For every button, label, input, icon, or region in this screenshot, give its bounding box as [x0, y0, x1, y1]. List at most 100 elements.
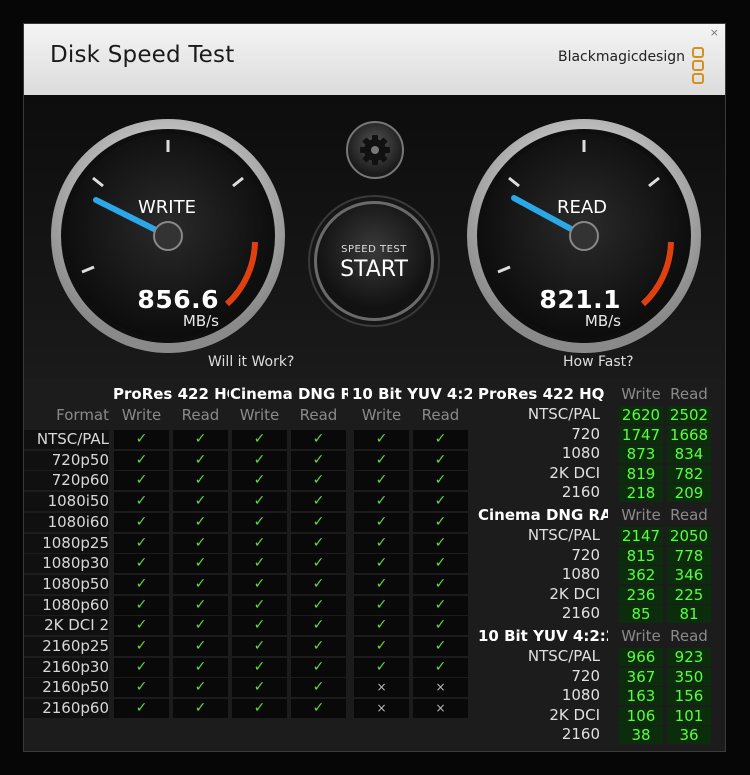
format-label: 1080p30 — [24, 554, 109, 574]
table-row: 2K DCI 2 ✓ ✓ ✓ ✓ ✓ ✓ — [24, 616, 476, 636]
write-unit: MB/s — [182, 312, 219, 330]
resolution-label: 2160 — [561, 725, 600, 744]
check-icon: ✓ — [354, 533, 409, 553]
cross-icon: × — [413, 678, 468, 698]
check-icon: ✓ — [413, 471, 468, 491]
check-icon: ✓ — [232, 512, 287, 532]
format-label: 1080i60 — [24, 512, 109, 532]
check-icon: ✓ — [114, 574, 169, 594]
check-icon: ✓ — [173, 637, 228, 656]
check-icon: ✓ — [173, 533, 228, 553]
write-fps-value: 236 — [619, 585, 663, 604]
title-bar: Disk Speed Test Blackmagicdesign × — [24, 24, 725, 95]
check-icon: ✓ — [173, 699, 228, 719]
write-fps-value: 2147 — [619, 527, 663, 545]
write-fps-value: 1747 — [619, 425, 663, 444]
resolution-label: 1080 — [561, 565, 600, 584]
format-label: 2K DCI 2 — [24, 616, 109, 636]
write-fps-value: 873 — [619, 445, 663, 464]
check-icon: ✓ — [114, 430, 169, 449]
check-icon: ✓ — [232, 430, 287, 449]
check-icon: ✓ — [114, 512, 169, 532]
check-icon: ✓ — [291, 512, 346, 532]
subheader-read: Read — [299, 406, 338, 424]
table-row: NTSC/PAL ✓ ✓ ✓ ✓ ✓ ✓ — [24, 430, 476, 449]
check-icon: ✓ — [173, 595, 228, 615]
format-label: 1080p25 — [24, 533, 109, 553]
read-unit: MB/s — [584, 312, 621, 330]
read-fps-value: 778 — [667, 546, 711, 565]
write-fps-value: 367 — [619, 667, 663, 686]
start-button[interactable]: SPEED TEST START — [314, 201, 434, 321]
write-fps-value: 218 — [619, 484, 663, 503]
check-icon: ✓ — [232, 574, 287, 594]
subheader-read: Read — [181, 406, 220, 424]
read-fps-value: 2502 — [667, 406, 711, 424]
check-icon: ✓ — [291, 554, 346, 574]
cinema-dng-table-title: Cinema DNG RAW — [478, 506, 608, 524]
subheader-write: Write — [121, 406, 162, 424]
write-readout: 856.6 MB/s — [119, 285, 219, 330]
check-icon: ✓ — [413, 492, 468, 512]
check-icon: ✓ — [354, 616, 409, 636]
group-header-cinema-dng: Cinema DNG RAW — [230, 385, 348, 403]
subheader-write: Write — [239, 406, 280, 424]
check-icon: ✓ — [232, 533, 287, 553]
check-icon: ✓ — [232, 678, 287, 698]
check-icon: ✓ — [413, 512, 468, 532]
resolution-label: 2K DCI — [549, 463, 600, 482]
check-icon: ✓ — [291, 616, 346, 636]
check-icon: ✓ — [354, 450, 409, 470]
settings-button[interactable] — [346, 121, 404, 179]
read-value: 821.1 — [539, 285, 621, 314]
write-gauge-label: WRITE — [138, 197, 196, 218]
check-icon: ✓ — [114, 616, 169, 636]
format-label: 720p60 — [24, 471, 109, 491]
table-row: 1080p60 ✓ ✓ ✓ ✓ ✓ ✓ — [24, 595, 476, 615]
check-icon: ✓ — [291, 574, 346, 594]
start-button-caption: SPEED TEST — [341, 244, 407, 255]
check-icon: ✓ — [114, 471, 169, 491]
check-icon: ✓ — [413, 533, 468, 553]
check-icon: ✓ — [173, 512, 228, 532]
group-header-yuv: 10 Bit YUV 4:2:2 — [352, 385, 472, 403]
check-icon: ✓ — [232, 657, 287, 677]
cross-icon: × — [354, 699, 409, 719]
read-column-header: Read — [670, 385, 708, 403]
read-fps-value: 101 — [667, 706, 711, 725]
start-button-label: START — [340, 257, 408, 282]
close-button[interactable]: × — [710, 26, 719, 39]
check-icon: ✓ — [173, 471, 228, 491]
table-row: 2160 38 36 — [476, 725, 725, 745]
table-row: 720 1747 1668 — [476, 425, 725, 444]
read-column-header: Read — [670, 627, 708, 645]
table-row: 1080i60 ✓ ✓ ✓ ✓ ✓ ✓ — [24, 512, 476, 532]
format-label: 2160p50 — [24, 678, 109, 698]
check-icon: ✓ — [173, 450, 228, 470]
check-icon: ✓ — [291, 637, 346, 656]
brand-name: Blackmagicdesign — [557, 49, 685, 65]
table-row: 2160p30 ✓ ✓ ✓ ✓ ✓ ✓ — [24, 657, 476, 677]
check-icon: ✓ — [232, 492, 287, 512]
resolution-label: NTSC/PAL — [527, 647, 600, 665]
write-fps-value: 106 — [619, 706, 663, 725]
resolution-label: 2160 — [561, 483, 600, 502]
read-fps-value: 225 — [667, 585, 711, 604]
check-icon: ✓ — [291, 657, 346, 677]
check-icon: ✓ — [173, 678, 228, 698]
check-icon: ✓ — [413, 430, 468, 449]
yuv-table-title: 10 Bit YUV 4:2:2 — [478, 627, 608, 645]
write-fps-value: 362 — [619, 566, 663, 585]
format-label: 2160p60 — [24, 699, 109, 719]
format-label: 1080p60 — [24, 595, 109, 615]
app-title: Disk Speed Test — [50, 42, 235, 68]
check-icon: ✓ — [291, 430, 346, 449]
check-icon: ✓ — [232, 637, 287, 656]
check-icon: ✓ — [114, 554, 169, 574]
table-row: 1080i50 ✓ ✓ ✓ ✓ ✓ ✓ — [24, 492, 476, 512]
subheader-read: Read — [421, 406, 460, 424]
check-icon: ✓ — [354, 512, 409, 532]
write-fps-value: 966 — [619, 648, 663, 666]
check-icon: ✓ — [413, 637, 468, 656]
resolution-label: NTSC/PAL — [527, 405, 600, 423]
